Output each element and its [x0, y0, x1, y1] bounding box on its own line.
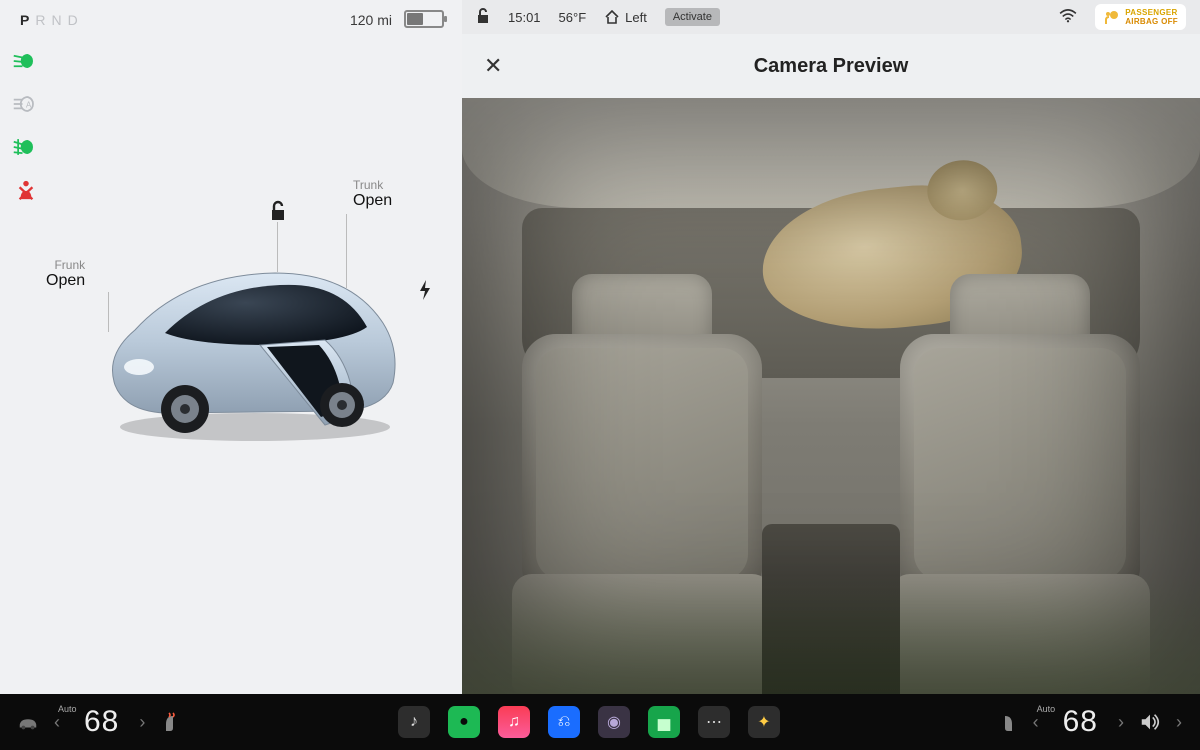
temp-left-down[interactable]: ‹ — [48, 712, 66, 733]
modal-title: Camera Preview — [754, 55, 909, 78]
frunk-label[interactable]: Frunk Open — [46, 258, 85, 290]
homelink-button[interactable]: Left — [604, 10, 647, 25]
close-button[interactable]: ✕ — [484, 53, 502, 79]
volume-up[interactable]: › — [1170, 712, 1188, 733]
music-app[interactable]: ♪ — [398, 706, 430, 738]
vehicle-render[interactable] — [95, 245, 405, 445]
spotify-app[interactable]: ● — [448, 706, 480, 738]
status-time: 15:01 — [508, 10, 541, 25]
range-readout: 120 mi — [350, 12, 392, 28]
gear-d: D — [68, 12, 84, 28]
temp-right-up[interactable]: › — [1112, 712, 1130, 733]
temp-right[interactable]: 68 — [1053, 705, 1108, 739]
temp-left-up[interactable]: › — [133, 712, 151, 733]
gear-selector: PRND — [20, 12, 84, 28]
low-beam-icon — [12, 50, 40, 77]
temp-left[interactable]: 68 — [74, 705, 129, 739]
energy-app[interactable]: ▅ — [648, 706, 680, 738]
lock-icon[interactable] — [268, 200, 288, 227]
temp-right-down[interactable]: ‹ — [1027, 712, 1045, 733]
arcade-app[interactable]: ✦ — [748, 706, 780, 738]
app-tray: ♪ ● ♫ ⎌ ◉ ▅ ⋯ ✦ — [398, 706, 780, 738]
activate-button[interactable]: Activate — [665, 8, 720, 26]
bluetooth-app[interactable]: ⎌ — [548, 706, 580, 738]
car-controls-button[interactable] — [12, 706, 44, 738]
apple-music-app[interactable]: ♫ — [498, 706, 530, 738]
charge-bolt-icon — [418, 280, 432, 305]
dashcam-app[interactable]: ◉ — [598, 706, 630, 738]
gear-p: P — [20, 12, 35, 28]
status-lock-icon[interactable] — [476, 8, 490, 27]
auto-high-beam-icon: A — [12, 93, 40, 120]
svg-text:A: A — [26, 101, 32, 110]
gear-n: N — [51, 12, 67, 28]
bottom-bar: ‹ Auto 68 › ♪●♫⎌◉▅⋯✦ ‹ Auto 68 › › — [0, 694, 1200, 750]
status-bar: 15:01 56°F Left Activate PASSENGERAIRBAG… — [462, 0, 1200, 34]
seat-heater-left-button[interactable] — [155, 706, 187, 738]
vehicle-panel: PRND 120 mi A Frunk — [0, 0, 462, 694]
trunk-label[interactable]: Trunk Open — [353, 178, 392, 210]
wifi-icon[interactable] — [1059, 9, 1077, 26]
volume-button[interactable] — [1134, 706, 1166, 738]
camera-panel: 15:01 56°F Left Activate PASSENGERAIRBAG… — [462, 0, 1200, 694]
camera-preview-header: ✕ Camera Preview — [462, 34, 1200, 98]
gear-r: R — [35, 12, 51, 28]
battery-icon — [404, 10, 444, 28]
camera-feed[interactable] — [462, 98, 1200, 694]
fog-light-icon — [12, 136, 40, 163]
seat-heater-right-button[interactable] — [991, 706, 1023, 738]
status-temp: 56°F — [559, 10, 587, 25]
passenger-airbag-badge[interactable]: PASSENGERAIRBAG OFF — [1095, 4, 1186, 30]
more-apps[interactable]: ⋯ — [698, 706, 730, 738]
